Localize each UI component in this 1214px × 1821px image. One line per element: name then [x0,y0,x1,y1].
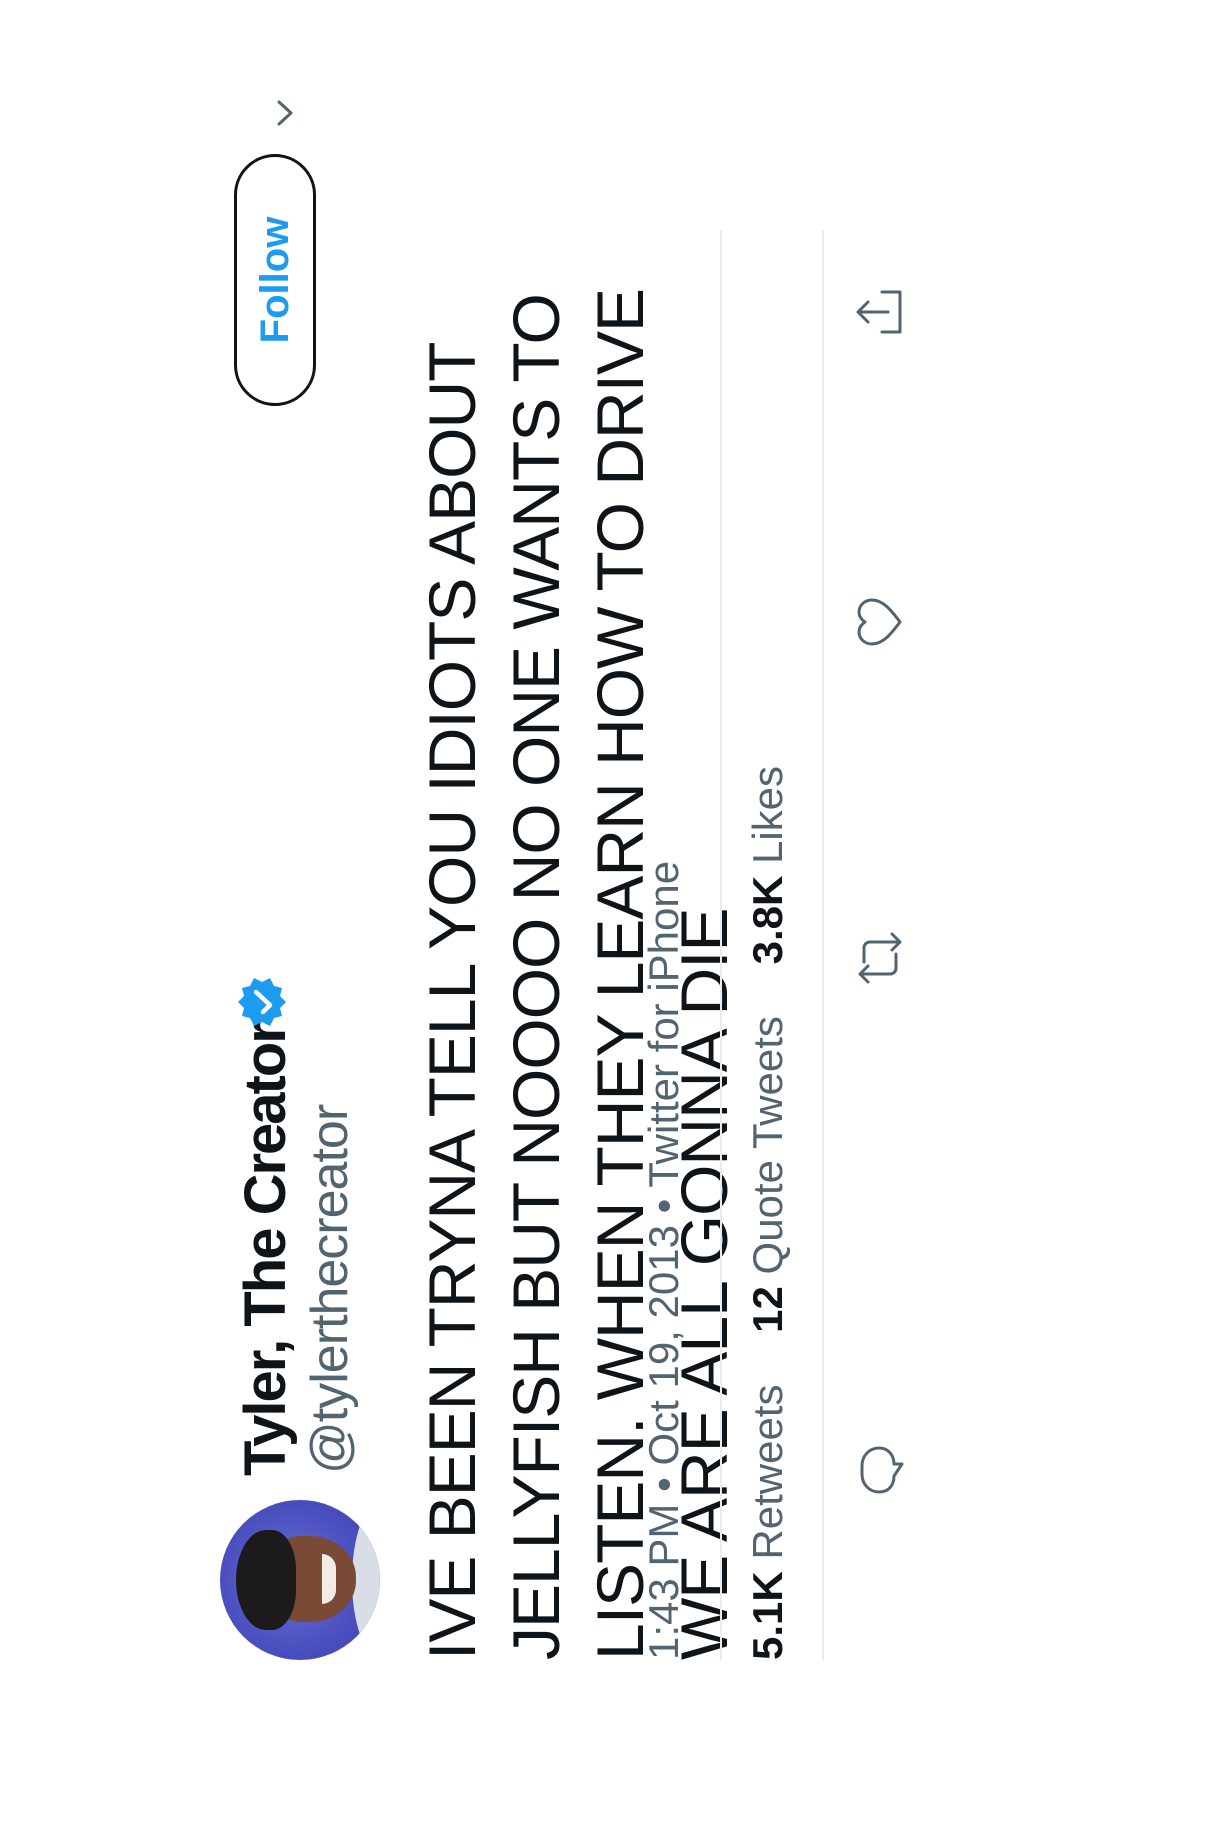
avatar-shoulders [352,1500,380,1660]
meta-separator: • [640,1477,687,1492]
likes-label: Likes [744,765,791,865]
tweet-card: Tyler, The Creator @tylerthecreator Foll… [140,100,1080,1698]
retweet-icon[interactable] [850,928,910,988]
tweet-source[interactable]: Twitter for iPhone [640,861,687,1188]
retweets-count: 5.1K [744,1571,791,1660]
retweets-label: Retweets [744,1384,791,1560]
tweet-time[interactable]: 1:43 PM [640,1504,687,1660]
meta-separator: • [640,1198,687,1214]
share-icon[interactable] [850,282,910,342]
quote-tweets-count: 12 [744,1286,791,1333]
reply-icon[interactable] [850,1440,910,1500]
tweet-text: IVE BEEN TRYNA TELL YOU IDIOTS ABOUT JEL… [415,288,741,1660]
action-bar [850,198,940,1698]
avatar-smile [322,1554,336,1604]
avatar-hair [236,1530,296,1630]
tweet-stats: 5.1K Retweets 12 Quote Tweets 3.8K Likes [744,726,792,1660]
divider [822,230,824,1660]
heart-icon[interactable] [850,592,910,652]
avatar[interactable] [220,1500,380,1660]
display-name[interactable]: Tyler, The Creator [232,1023,299,1476]
user-handle[interactable]: @tylerthecreator [300,1105,360,1474]
chevron-down-icon[interactable] [270,98,300,128]
tweet-meta: 1:43 PM • Oct 19, 2013 • Twitter for iPh… [640,861,688,1660]
divider [720,230,722,1660]
verified-badge-icon [236,974,292,1030]
likes-stat[interactable]: 3.8K Likes [744,766,791,964]
follow-button[interactable]: Follow [234,154,316,406]
quote-tweets-label: Quote Tweets [744,1016,791,1275]
quote-tweets-stat[interactable]: 12 Quote Tweets [744,1004,791,1333]
retweets-stat[interactable]: 5.1K Retweets [744,1373,791,1660]
likes-count: 3.8K [744,875,791,965]
tweet-date[interactable]: Oct 19, 2013 [640,1225,687,1466]
